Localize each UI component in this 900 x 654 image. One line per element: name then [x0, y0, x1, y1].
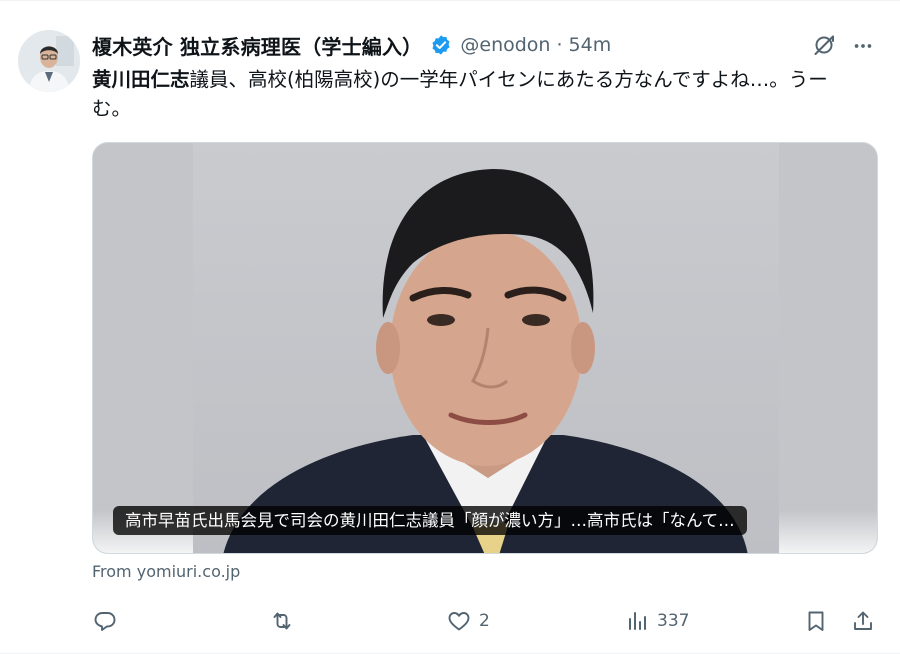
- tweet[interactable]: 榎木英介 独立系病理医（学士編入） @enodon · 54m 黄川田仁志議員、…: [0, 0, 900, 654]
- action-bar: 2 337: [0, 601, 900, 641]
- author-display-name[interactable]: 榎木英介 独立系病理医（学士編入）: [92, 31, 422, 60]
- retweet-button[interactable]: [270, 609, 302, 633]
- like-button[interactable]: 2: [447, 609, 490, 633]
- grok-icon[interactable]: [812, 33, 836, 57]
- author-handle[interactable]: @enodon: [460, 34, 550, 56]
- retweet-icon: [273, 612, 291, 630]
- bookmark-icon: [808, 611, 824, 631]
- tweet-timestamp[interactable]: 54m: [569, 34, 612, 56]
- like-count: 2: [479, 611, 490, 631]
- views-count: 337: [657, 611, 690, 631]
- link-card[interactable]: 高市早苗氏出馬会見で司会の黄川田仁志議員「顔が濃い方」…高市氏は「なんて…: [92, 142, 878, 554]
- card-image: [93, 143, 877, 553]
- views-button[interactable]: 337: [625, 609, 689, 633]
- tweet-header: 榎木英介 独立系病理医（学士編入） @enodon · 54m: [92, 31, 611, 59]
- card-source-link[interactable]: From yomiuri.co.jp: [92, 562, 240, 581]
- tweet-text-highlight: 黄川田仁志: [92, 68, 190, 91]
- separator-dot: ·: [556, 34, 563, 56]
- reply-icon: [94, 612, 116, 631]
- card-caption: 高市早苗氏出馬会見で司会の黄川田仁志議員「顔が濃い方」…高市氏は「なんて…: [113, 506, 747, 535]
- tweet-text-body: 議員、高校(柏陽高校)の一学年パイセンにあたる方なんですよね…。うーむ。: [92, 68, 828, 120]
- bookmark-button[interactable]: [804, 609, 828, 633]
- tweet-text: 黄川田仁志議員、高校(柏陽高校)の一学年パイセンにあたる方なんですよね…。うーむ…: [92, 65, 852, 123]
- reply-button[interactable]: [93, 609, 125, 633]
- avatar[interactable]: [18, 30, 80, 92]
- share-button[interactable]: [851, 609, 875, 633]
- heart-icon: [448, 612, 470, 631]
- avatar-photo: [18, 30, 80, 92]
- more-options-icon[interactable]: [852, 35, 874, 57]
- verified-badge-icon[interactable]: [430, 34, 452, 56]
- share-icon: [854, 611, 872, 630]
- views-icon: [629, 612, 646, 630]
